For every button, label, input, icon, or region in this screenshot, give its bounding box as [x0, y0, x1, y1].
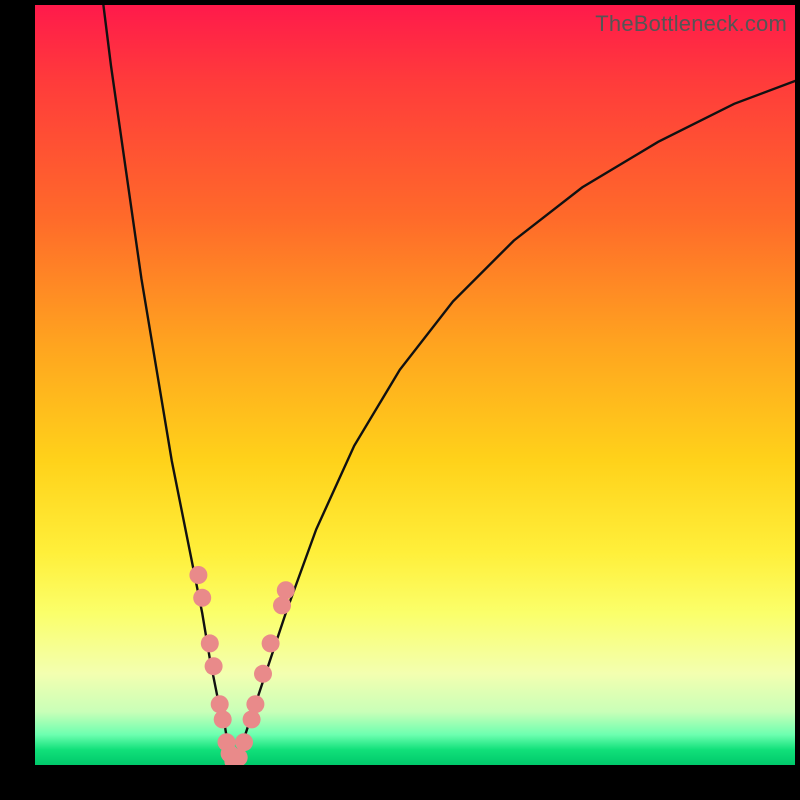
marker-dot [246, 695, 264, 713]
marker-dot [235, 733, 253, 751]
marker-dot [243, 710, 261, 728]
marker-dot [214, 710, 232, 728]
marker-dot [201, 634, 219, 652]
marker-dot [193, 589, 211, 607]
marker-dot [277, 581, 295, 599]
marker-dot [254, 665, 272, 683]
marker-dot [189, 566, 207, 584]
right-branch-path [233, 81, 795, 765]
chart-frame: TheBottleneck.com [0, 0, 800, 800]
marker-dot [211, 695, 229, 713]
plot-area: TheBottleneck.com [35, 5, 795, 765]
marker-group [189, 566, 294, 765]
marker-dot [273, 596, 291, 614]
curve-svg [35, 5, 795, 765]
marker-dot [262, 634, 280, 652]
marker-dot [205, 657, 223, 675]
